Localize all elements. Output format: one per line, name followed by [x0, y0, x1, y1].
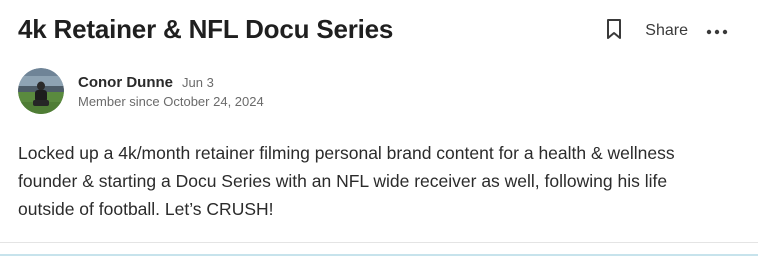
more-options-button[interactable] — [704, 18, 730, 44]
bookmark-button[interactable] — [603, 18, 625, 44]
post-title: 4k Retainer & NFL Docu Series — [18, 14, 394, 44]
author-name[interactable]: Conor Dunne — [78, 74, 173, 91]
author-line: Conor Dunne Jun 3 — [78, 74, 264, 91]
divider — [0, 242, 758, 243]
author-meta: Conor Dunne Jun 3 Member since October 2… — [78, 74, 264, 109]
post-actions: Share — [603, 18, 730, 44]
more-horizontal-icon — [706, 22, 728, 40]
post-date: Jun 3 — [182, 74, 214, 90]
member-since: Member since October 24, 2024 — [78, 93, 264, 109]
post-card: 4k Retainer & NFL Docu Series Share Cono… — [0, 0, 758, 256]
author-row: Conor Dunne Jun 3 Member since October 2… — [18, 68, 264, 114]
post-body: Locked up a 4k/month retainer filming pe… — [18, 143, 675, 219]
avatar[interactable] — [18, 68, 64, 114]
bookmark-icon — [606, 18, 622, 45]
share-button[interactable]: Share — [645, 22, 688, 40]
